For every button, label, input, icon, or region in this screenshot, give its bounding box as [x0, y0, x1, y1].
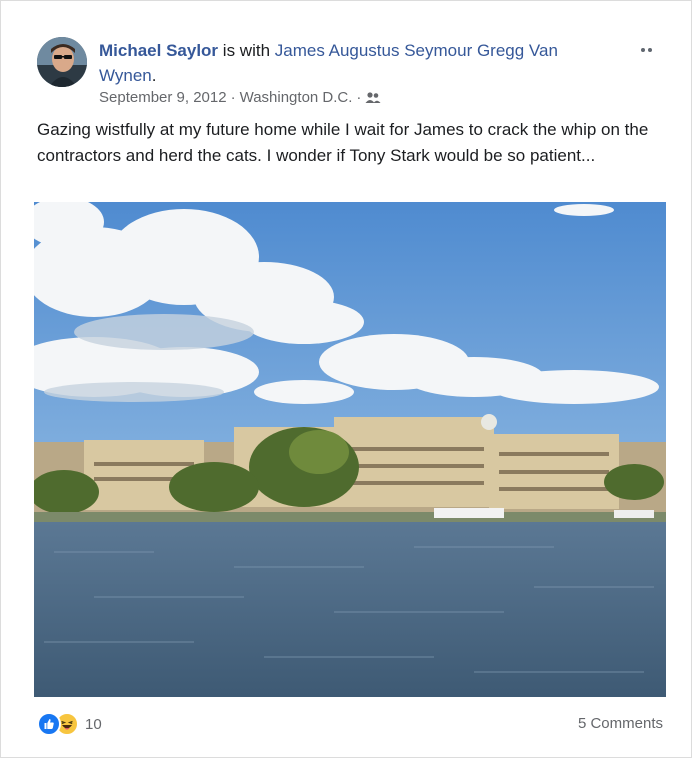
post-date-link[interactable]: September 9, 2012	[99, 89, 227, 106]
author-name-link[interactable]: Michael Saylor	[99, 41, 218, 60]
comments-count-link[interactable]: 5 Comments	[578, 715, 663, 732]
tagged-suffix: .	[151, 66, 157, 85]
avatar-image	[37, 37, 87, 87]
author-avatar[interactable]	[37, 37, 87, 87]
author-line: Michael Saylor is with James Augustus Se…	[99, 38, 599, 88]
meta-separator-2: ·	[356, 89, 362, 106]
reactions-summary[interactable]: 10	[37, 712, 102, 736]
photo-scene	[34, 202, 666, 697]
meta-separator: ·	[230, 89, 236, 106]
with-text: is with	[218, 41, 275, 60]
post-meta: September 9, 2012 · Washington D.C. ·	[99, 89, 381, 106]
waterfront-photo[interactable]	[34, 202, 666, 697]
more-options-icon[interactable]	[637, 43, 657, 55]
post-location-link[interactable]: Washington D.C.	[240, 89, 353, 106]
post-card: Michael Saylor is with James Augustus Se…	[0, 0, 692, 758]
reaction-count: 10	[85, 715, 102, 733]
like-icon	[37, 712, 61, 736]
post-header: Michael Saylor is with James Augustus Se…	[37, 35, 657, 109]
friends-icon[interactable]	[365, 91, 381, 105]
post-body-text: Gazing wistfully at my future home while…	[37, 120, 649, 165]
